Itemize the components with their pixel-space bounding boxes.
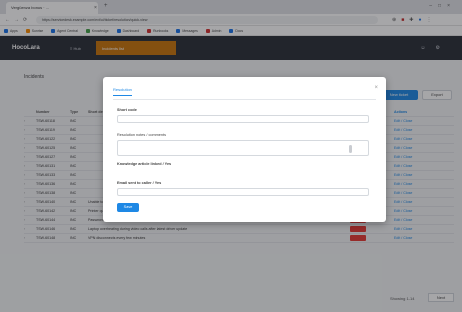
divider xyxy=(113,99,376,100)
resolution-modal: Resolution × Short code Resolution notes… xyxy=(103,77,386,222)
close-icon[interactable]: × xyxy=(374,85,378,91)
save-button[interactable]: Save xyxy=(117,203,139,212)
scrollbar[interactable] xyxy=(349,145,352,153)
email-sent-label: Email sent to caller / Yes xyxy=(117,181,162,185)
short-code-input[interactable] xyxy=(117,115,369,123)
resolution-notes-textarea[interactable] xyxy=(117,140,369,156)
short-code-label: Short code xyxy=(117,108,137,112)
modal-overlay[interactable]: Resolution × Short code Resolution notes… xyxy=(0,0,462,312)
tab-resolution[interactable]: Resolution xyxy=(113,87,132,96)
knowledge-article-label: Knowledge article linked / Yes xyxy=(117,162,172,166)
resolution-notes-label: Resolution notes / comments xyxy=(117,133,166,137)
email-sent-input[interactable] xyxy=(117,188,369,196)
